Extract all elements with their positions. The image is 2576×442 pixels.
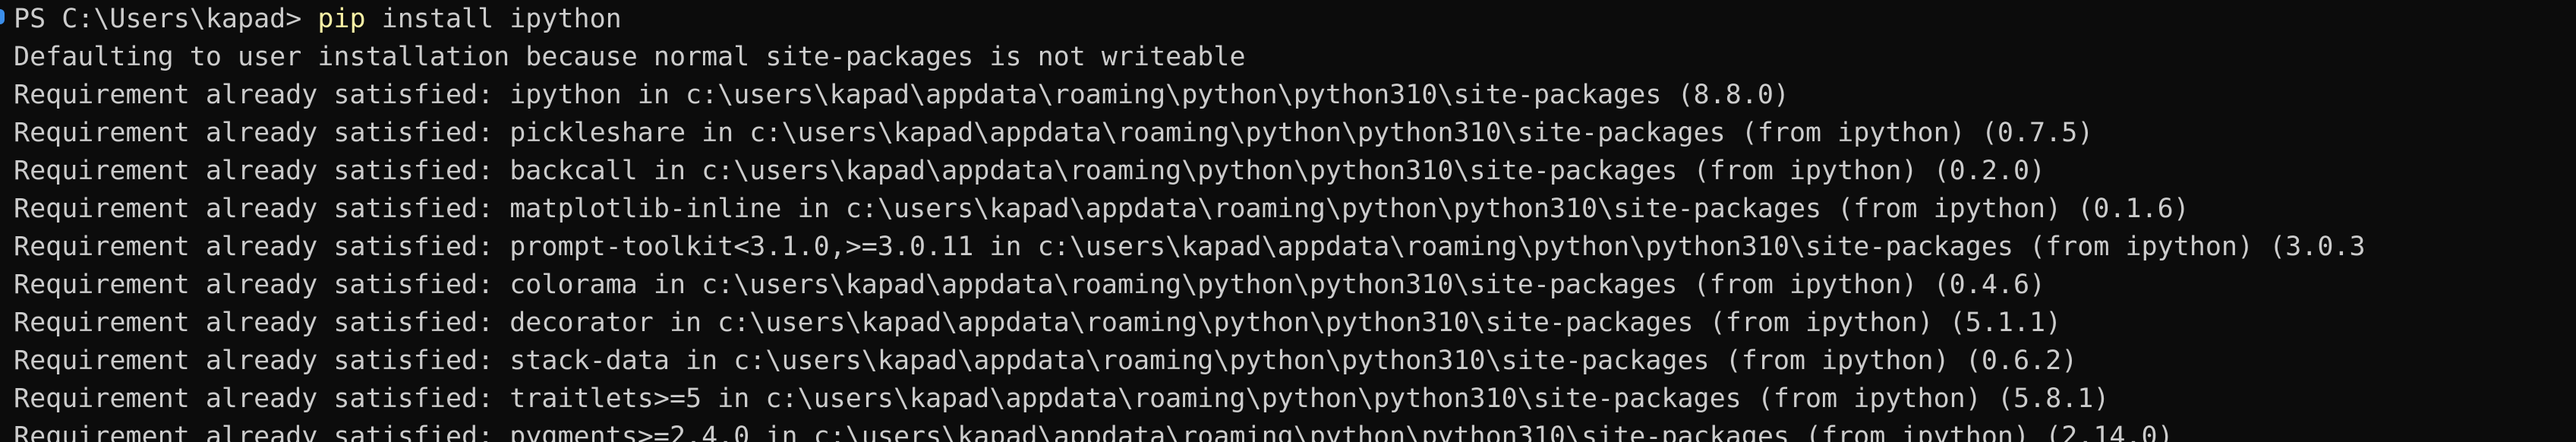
output-line: Requirement already satisfied: ipython i…	[14, 80, 1789, 110]
command-args: install ipython	[365, 4, 622, 34]
command-marker-icon	[0, 9, 5, 24]
output-line: Requirement already satisfied: prompt-to…	[14, 232, 2366, 262]
output-line: Requirement already satisfied: decorator…	[14, 308, 2062, 338]
command-text: pip	[317, 4, 366, 34]
output-line: Requirement already satisfied: colorama …	[14, 270, 2046, 300]
output-line: Defaulting to user installation because …	[14, 42, 1246, 72]
output-line: Requirement already satisfied: traitlets…	[14, 384, 2110, 414]
output-line: Requirement already satisfied: matplotli…	[14, 194, 2190, 224]
output-line: Requirement already satisfied: backcall …	[14, 156, 2046, 186]
output-line: Requirement already satisfied: pygments>…	[14, 421, 2174, 442]
prompt-text: PS C:\Users\kapad>	[14, 4, 318, 34]
terminal-output: PS C:\Users\kapad> pip install ipython D…	[14, 0, 2576, 442]
output-line: Requirement already satisfied: stack-dat…	[14, 346, 2078, 376]
terminal-window[interactable]: PS C:\Users\kapad> pip install ipython D…	[0, 0, 2576, 442]
output-line: Requirement already satisfied: picklesha…	[14, 118, 2094, 148]
prompt-line: PS C:\Users\kapad> pip install ipython	[14, 0, 2576, 38]
